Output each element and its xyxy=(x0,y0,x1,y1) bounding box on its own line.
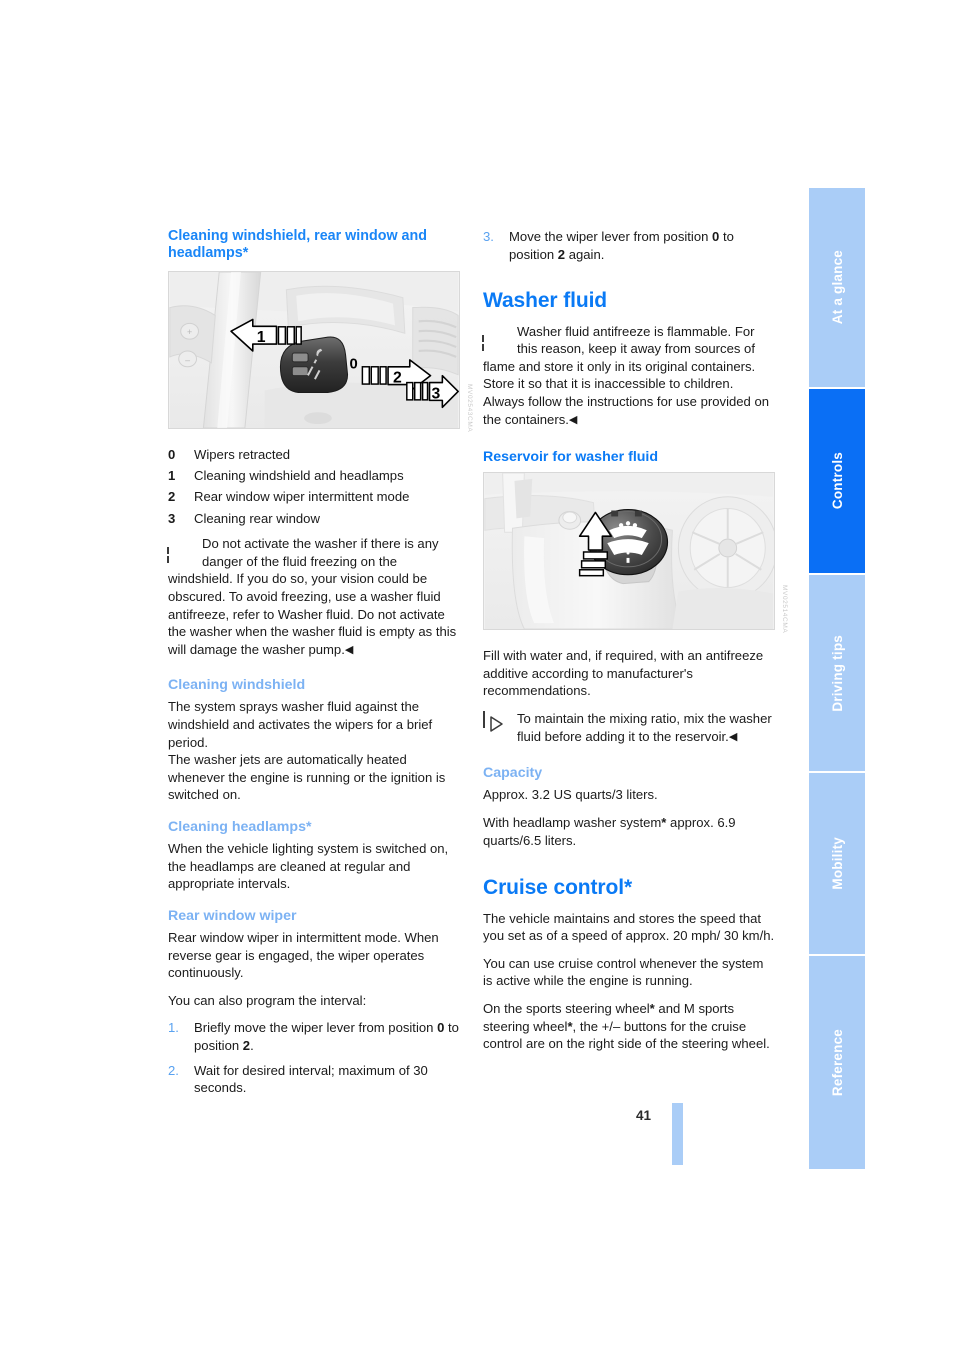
svg-text:1: 1 xyxy=(257,329,266,346)
wiper-lever-illustration: + – 1 0 2 3 xyxy=(168,271,460,430)
text-reservoir-fill: Fill with water and, if required, with a… xyxy=(483,648,764,699)
step-text-bold-2: 2 xyxy=(242,1038,251,1054)
warning-triangle-icon xyxy=(483,324,510,351)
tab-mobility-label: Mobility xyxy=(829,837,845,890)
left-column: Cleaning windshield, rear window and hea… xyxy=(168,228,473,1104)
heading-capacity: Capacity xyxy=(483,765,543,782)
text-cruise-control-1: The vehicle maintains and stores the spe… xyxy=(483,910,775,944)
legend-number: 0 xyxy=(168,447,176,463)
tab-at-a-glance-label: At a glance xyxy=(829,250,845,325)
legend-item: 1 Cleaning windshield and headlamps xyxy=(168,467,460,486)
text-cruise-control-3-pre: On the sports steering wheel xyxy=(483,1000,650,1016)
step-text: Move the wiper lever from position 0 to … xyxy=(509,228,775,263)
rear-wiper-interval-steps: 1. Briefly move the wiper lever from pos… xyxy=(168,1019,460,1096)
tab-mobility[interactable]: Mobility xyxy=(809,773,865,954)
figure-wiper-lever: + – 1 0 2 3 MV02543CMA xyxy=(168,271,473,434)
play-triangle-glyph xyxy=(490,716,503,732)
heading-washer-fluid: Washer fluid xyxy=(483,289,608,313)
continued-step-list: 3. Move the wiper lever from position 0 … xyxy=(483,228,775,263)
svg-text:0: 0 xyxy=(350,357,358,373)
text-cleaning-headlamps-1: When the vehicle lighting system is swit… xyxy=(168,841,449,892)
heading-reservoir-for-washer-fluid: Reservoir for washer fluid xyxy=(483,449,659,466)
end-of-notice-marker: ◀ xyxy=(344,643,354,656)
tab-driving-tips[interactable]: Driving tips xyxy=(809,575,865,771)
wiper-position-legend: 0 Wipers retracted 1 Cleaning windshield… xyxy=(168,446,460,528)
text-cleaning-windshield-1: The system sprays washer fluid against t… xyxy=(168,699,433,750)
warning-block-washer-freezing: Do not activate the washer if there is a… xyxy=(168,535,460,658)
step-text-post: . xyxy=(250,1038,254,1054)
text-capacity-1: Approx. 3.2 US quarts/3 liters. xyxy=(483,787,658,803)
end-of-notice-marker: ◀ xyxy=(728,730,738,743)
text-capacity-2: With headlamp washer system* approx. 6.9… xyxy=(483,814,775,849)
step-text-post: again. xyxy=(565,246,605,262)
text-capacity-2-pre: With headlamp washer system xyxy=(483,814,662,830)
manual-page: At a glance Controls Driving tips Mobili… xyxy=(0,0,954,1351)
note-block-mixing-ratio: To maintain the mixing ratio, mix the wa… xyxy=(483,710,775,745)
legend-text: Rear window wiper intermittent mode xyxy=(194,489,410,505)
legend-number: 3 xyxy=(168,510,176,526)
heading-rear-window-wiper: Rear window wiper xyxy=(168,907,297,924)
text-cruise-control-2: You can use cruise control whenever the … xyxy=(483,955,764,989)
warning-text: Do not activate the washer if there is a… xyxy=(168,536,457,657)
legend-item: 0 Wipers retracted xyxy=(168,446,460,465)
tab-at-a-glance[interactable]: At a glance xyxy=(809,188,865,387)
step-number: 3. xyxy=(483,229,494,244)
legend-text: Cleaning windshield and headlamps xyxy=(194,468,404,484)
svg-text:+: + xyxy=(187,328,192,338)
step-text-pre: Briefly move the wiper lever from positi… xyxy=(194,1020,438,1036)
step-item: 3. Move the wiper lever from position 0 … xyxy=(483,228,775,263)
heading-cleaning-windshield-rear-window-headlamps: Cleaning windshield, rear window and hea… xyxy=(168,228,427,262)
svg-text:3: 3 xyxy=(431,386,440,403)
page-number: 41 xyxy=(636,1108,652,1123)
tab-reference-label: Reference xyxy=(829,1028,845,1097)
heading-cleaning-headlamps: Cleaning headlamps* xyxy=(168,819,312,836)
washer-fluid-reservoir-illustration xyxy=(483,472,778,631)
tab-reference[interactable]: Reference xyxy=(809,956,865,1169)
step-number: 1. xyxy=(168,1020,179,1036)
note-triangle-icon xyxy=(483,711,510,738)
warning-block-washer-fluid-flammable: Washer fluid antifreeze is flammable. Fo… xyxy=(483,323,775,429)
step-text-pre: Move the wiper lever from position xyxy=(509,229,713,244)
text-rear-window-wiper-2: You can also program the interval: xyxy=(168,992,367,1008)
figure-code-reservoir: MV02514CMA xyxy=(781,584,788,634)
step-item: 1. Briefly move the wiper lever from pos… xyxy=(168,1019,460,1054)
legend-number: 1 xyxy=(168,468,176,484)
warning-triangle-icon xyxy=(168,536,195,563)
warning-text: Washer fluid antifreeze is flammable. Fo… xyxy=(483,323,770,427)
legend-number: 2 xyxy=(168,489,176,505)
tab-driving-tips-label: Driving tips xyxy=(829,634,845,712)
end-of-notice-marker: ◀ xyxy=(568,413,578,426)
figure-code-wiper-lever: MV02543CMA xyxy=(466,384,473,433)
step-item: 2. Wait for desired interval; maximum of… xyxy=(168,1062,460,1097)
step-text: Wait for desired interval; maximum of 30… xyxy=(194,1062,428,1096)
tab-controls[interactable]: Controls xyxy=(809,389,865,573)
step-number: 2. xyxy=(168,1062,179,1078)
figure-washer-fluid-reservoir: MV02514CMA xyxy=(483,472,788,635)
legend-text: Cleaning rear window xyxy=(194,510,320,526)
step-text: Briefly move the wiper lever from positi… xyxy=(194,1019,460,1054)
legend-text: Wipers retracted xyxy=(194,447,291,463)
text-cruise-control-3: On the sports steering wheel* and M spor… xyxy=(483,1000,775,1053)
step-text-bold-2: 2 xyxy=(557,246,566,262)
legend-item: 3 Cleaning rear window xyxy=(168,510,460,529)
svg-text:2: 2 xyxy=(393,370,402,387)
text-rear-window-wiper-1: Rear window wiper in intermittent mode. … xyxy=(168,929,439,981)
right-column: 3. Move the wiper lever from position 0 … xyxy=(483,228,788,1063)
heading-cleaning-windshield: Cleaning windshield xyxy=(168,677,306,694)
page-number-accent-bar xyxy=(672,1103,683,1165)
tab-controls-label: Controls xyxy=(829,452,845,510)
text-cleaning-windshield-2: The washer jets are automatically heated… xyxy=(168,752,446,803)
heading-cruise-control: Cruise control* xyxy=(483,876,633,900)
legend-item: 2 Rear window wiper intermittent mode xyxy=(168,488,460,507)
section-tab-rail: At a glance Controls Driving tips Mobili… xyxy=(809,188,865,1169)
svg-text:–: – xyxy=(185,355,190,365)
